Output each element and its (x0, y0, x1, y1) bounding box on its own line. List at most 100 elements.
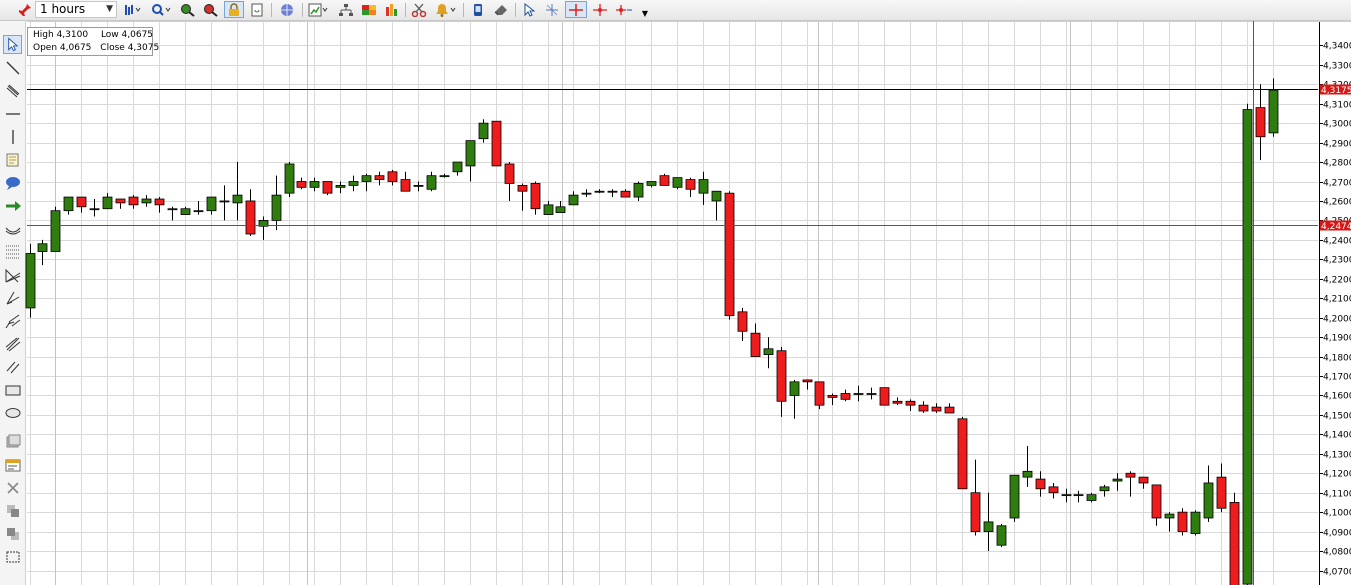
open-label: Open (33, 43, 58, 53)
y-tick-label: 4,1100 (1323, 490, 1351, 500)
candle-body (594, 190, 605, 193)
y-tick-label: 4,2300 (1323, 256, 1351, 266)
y-tick-label: 4,0700 (1323, 568, 1351, 578)
candle-body (1125, 472, 1136, 478)
candle-body (1086, 494, 1097, 501)
y-tick-label: 4,3100 (1323, 101, 1351, 111)
candle-body (232, 194, 243, 204)
candle-body (102, 196, 113, 210)
candle-body (957, 418, 968, 490)
candle-body (387, 171, 398, 182)
candle-body (750, 332, 761, 357)
y-tick-label: 4,0900 (1323, 529, 1351, 539)
candle-body (1009, 474, 1020, 519)
y-tick-label: 4,2000 (1323, 315, 1351, 325)
candle-body (1190, 511, 1201, 534)
y-tick-label: 4,2100 (1323, 295, 1351, 305)
y-tick-label: 4,1900 (1323, 334, 1351, 344)
candle-body (789, 381, 800, 396)
candle-body (944, 406, 955, 414)
candle-body (1242, 109, 1253, 585)
candle-body (607, 190, 618, 193)
candle-body (581, 192, 592, 195)
candle-body (685, 179, 696, 190)
y-tick-label: 4,2900 (1323, 140, 1351, 150)
y-tick-label: 4,2700 (1323, 179, 1351, 189)
candle-body (271, 194, 282, 221)
y-tick-label: 4,3300 (1323, 62, 1351, 72)
candle-body (50, 210, 61, 252)
candle-body (76, 196, 87, 208)
candle-body (840, 393, 851, 400)
candle-body (776, 350, 787, 402)
close-value: 4,3075 (127, 43, 160, 53)
y-tick-label: 4,2800 (1323, 159, 1351, 169)
candle-body (983, 521, 994, 532)
candle-body (517, 184, 528, 192)
candle-body (1035, 478, 1046, 490)
open-value: 4,0675 (59, 43, 92, 53)
y-tick-label: 4,3000 (1323, 120, 1351, 130)
candle-body (827, 395, 838, 398)
candle-body (206, 196, 217, 212)
candle-body (115, 198, 126, 204)
candle-body (167, 208, 178, 211)
candle-body (1164, 513, 1175, 519)
candle-body (802, 379, 813, 383)
candle-body (478, 122, 489, 140)
candle-body (711, 190, 722, 202)
candle-body (633, 183, 644, 198)
candle-body (413, 184, 424, 187)
candle-body (128, 196, 139, 206)
y-tick-label: 4,3400 (1323, 42, 1351, 52)
candle-body (1177, 511, 1188, 533)
candle-body (724, 192, 735, 317)
candle-body (89, 208, 100, 211)
candle-body (322, 181, 333, 194)
candle-body (504, 163, 515, 184)
candle-body (1229, 502, 1240, 585)
high-label: High (33, 30, 54, 40)
candlestick-chart[interactable]: 4,34004,33004,32004,31004,30004,29004,28… (0, 0, 1351, 585)
candle-body (763, 348, 774, 356)
close-label: Close (100, 43, 125, 53)
candle-body (154, 198, 165, 206)
candle-body (1048, 486, 1059, 494)
candle-body (1022, 470, 1033, 478)
candle-body (219, 200, 230, 203)
candle-body (335, 184, 346, 188)
y-tick-label: 4,1500 (1323, 412, 1351, 422)
y-tick-label: 4,2600 (1323, 198, 1351, 208)
candle-body (659, 175, 670, 186)
candle-body (1112, 478, 1123, 482)
candle-body (491, 120, 502, 167)
candle-body (1099, 486, 1110, 492)
candle-body (866, 393, 877, 395)
candle-body (1203, 482, 1214, 519)
y-tick-label: 4,2200 (1323, 276, 1351, 286)
plot-area (27, 21, 1318, 585)
candle-body (439, 175, 450, 178)
low-label: Low (100, 30, 119, 40)
candle-body (1268, 89, 1279, 134)
candle-body (193, 210, 204, 213)
ohlc-info-box: High 4,3100 Low 4,0675 Open 4,0675 Close… (27, 27, 159, 56)
candle-body (309, 181, 320, 188)
y-tick-label: 4,1800 (1323, 354, 1351, 364)
candle-body (853, 393, 864, 395)
candle-body (879, 387, 890, 406)
candle-body (568, 194, 579, 206)
candle-body (918, 404, 929, 412)
y-tick-label: 4,1600 (1323, 392, 1351, 402)
candle-body (1138, 476, 1149, 484)
candle-body (348, 181, 359, 186)
y-tick-label: 4,1400 (1323, 431, 1351, 441)
candle-body (1255, 107, 1266, 138)
candle-body (465, 140, 476, 167)
candle-body (646, 181, 657, 186)
candle-body (63, 196, 74, 212)
y-tick-label: 4,1200 (1323, 470, 1351, 480)
candle-body (1151, 484, 1162, 519)
candle-body (814, 381, 825, 406)
candle-body (426, 175, 437, 190)
